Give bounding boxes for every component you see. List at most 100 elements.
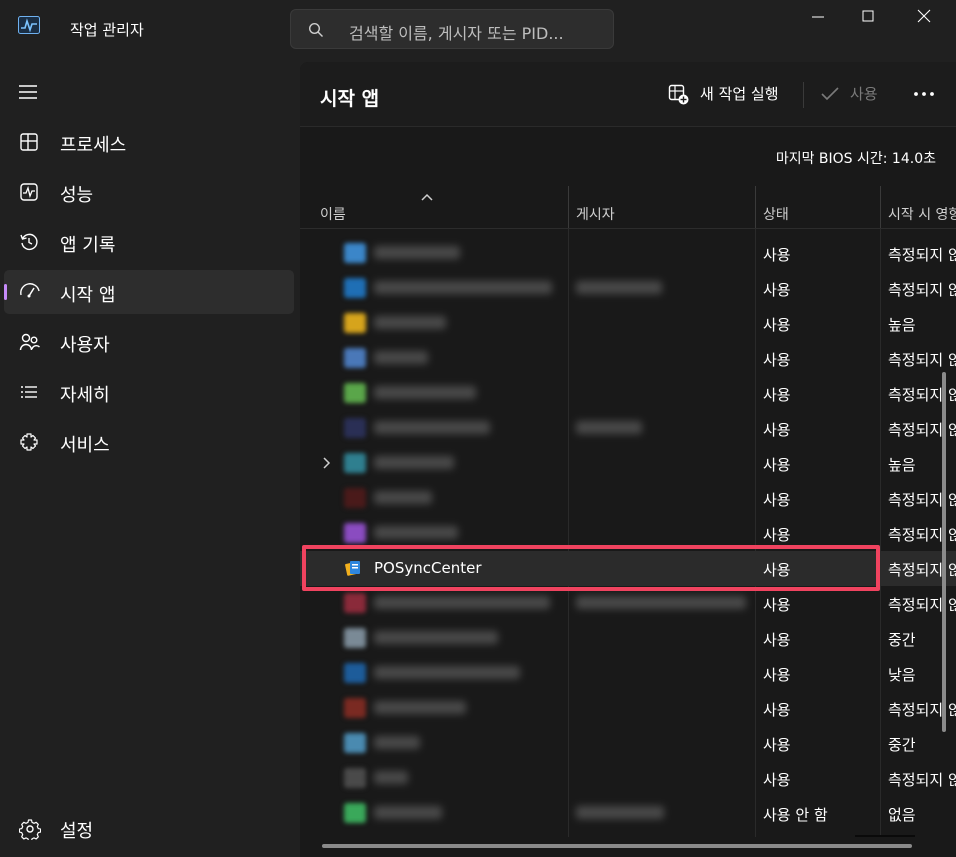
nav-item-startup-apps[interactable]: 시작 앱: [4, 270, 294, 314]
table-row[interactable]: 사용 측정되지 않음: [300, 516, 956, 551]
table-row[interactable]: 사용 측정되지 않음: [300, 481, 956, 516]
app-icon: [344, 698, 366, 718]
vertical-scrollbar[interactable]: [942, 372, 946, 732]
status-cell: 사용: [763, 666, 791, 684]
nav-item-processes[interactable]: 프로세스: [4, 120, 294, 164]
expand-chevron-icon[interactable]: [322, 457, 332, 469]
obscured-app-name: [374, 456, 454, 469]
nav-item-details[interactable]: 자세히: [4, 370, 294, 414]
nav-item-label: 자세히: [60, 385, 110, 406]
horizontal-scrollbar[interactable]: [322, 844, 912, 848]
column-divider[interactable]: [568, 186, 569, 228]
impact-cell: 없음: [888, 806, 916, 824]
table-row[interactable]: 사용 측정되지 않음: [300, 586, 956, 621]
status-cell: 사용: [763, 701, 791, 719]
obscured-app-name: [374, 281, 552, 294]
run-new-task-button[interactable]: 새 작업 실행: [664, 78, 788, 110]
maximize-button[interactable]: [848, 6, 888, 28]
table-row[interactable]: 사용 중간: [300, 621, 956, 656]
search-input[interactable]: 검색할 이름, 게시자 또는 PID...: [290, 9, 614, 49]
navigation-pane: 프로세스 성능 앱 기록 시작 앱 사용자 자세히 서비스: [0, 62, 300, 857]
app-icon: [344, 628, 366, 648]
table-row[interactable]: 사용 안 함 없음: [300, 796, 956, 831]
status-cell: 사용: [763, 246, 791, 264]
active-indicator: [4, 284, 7, 300]
column-header-impact[interactable]: 시작 시 영향: [888, 204, 956, 224]
scroll-shadow: [855, 835, 915, 837]
users-icon: [19, 333, 40, 351]
table-row[interactable]: 사용 측정되지 않음: [300, 236, 956, 271]
obscured-app-name: [374, 246, 460, 259]
startup-apps-panel: 시작 앱 새 작업 실행 사용 마지막 BIOS 시간: 14.0초 이름 게시…: [300, 62, 956, 857]
app-icon: [344, 348, 366, 368]
task-manager-app-icon: [18, 16, 40, 34]
obscured-app-name: [374, 771, 408, 784]
obscured-app-name: [374, 351, 428, 364]
minimize-button[interactable]: [798, 6, 838, 28]
table-row[interactable]: 사용 측정되지 않음: [300, 411, 956, 446]
table-row[interactable]: 사용 측정되지 않음: [300, 271, 956, 306]
status-cell: 사용: [763, 351, 791, 369]
status-cell: 사용: [763, 526, 791, 544]
header-divider: [300, 228, 956, 229]
settings-label: 설정: [60, 821, 94, 842]
column-header-publisher[interactable]: 게시자: [576, 204, 615, 224]
sort-ascending-icon: [421, 193, 433, 201]
table-row[interactable]: 사용 측정되지 않음: [300, 341, 956, 376]
column-header-name[interactable]: 이름: [320, 204, 346, 224]
obscured-app-name: [374, 526, 458, 539]
app-icon: [344, 733, 366, 753]
app-icon: [344, 383, 366, 403]
app-icon: [344, 523, 366, 543]
search-placeholder: 검색할 이름, 게시자 또는 PID...: [349, 24, 564, 43]
minimize-icon: [812, 16, 824, 18]
status-cell: 사용: [763, 771, 791, 789]
more-options-icon[interactable]: [906, 80, 942, 108]
enable-button[interactable]: 사용: [816, 78, 888, 110]
nav-item-services[interactable]: 서비스: [4, 420, 294, 464]
nav-item-performance[interactable]: 성능: [4, 170, 294, 214]
table-row[interactable]: 사용 측정되지 않음: [300, 691, 956, 726]
checkmark-icon: [821, 87, 839, 101]
table-row[interactable]: 사용 중간: [300, 726, 956, 761]
run-new-task-icon: [668, 84, 689, 105]
nav-item-label: 서비스: [60, 435, 110, 456]
status-cell: 사용: [763, 281, 791, 299]
status-cell: 사용: [763, 561, 791, 579]
column-divider[interactable]: [755, 186, 756, 228]
status-cell: 사용: [763, 491, 791, 509]
hamburger-menu-icon[interactable]: [18, 84, 40, 100]
posynccenter-app-icon: [345, 561, 360, 576]
table-row[interactable]: 사용 높음: [300, 306, 956, 341]
close-button[interactable]: [904, 6, 944, 28]
obscured-publisher: [576, 596, 746, 609]
command-separator: [803, 82, 804, 108]
status-cell: 사용: [763, 316, 791, 334]
table-row[interactable]: 사용 측정되지 않음: [300, 376, 956, 411]
nav-item-app-history[interactable]: 앱 기록: [4, 220, 294, 264]
app-icon: [344, 488, 366, 508]
nav-item-users[interactable]: 사용자: [4, 320, 294, 364]
table-row[interactable]: 사용 측정되지 않음: [300, 761, 956, 796]
impact-cell: 측정되지 않음: [888, 246, 956, 264]
status-cell: 사용: [763, 596, 791, 614]
column-header-status[interactable]: 상태: [763, 204, 789, 224]
obscured-publisher: [576, 806, 664, 819]
settings-gear-icon: [19, 819, 41, 840]
app-name: POSyncCenter: [374, 559, 482, 577]
app-icon: [344, 453, 366, 473]
nav-item-settings[interactable]: 설정: [4, 808, 294, 852]
obscured-app-name: [374, 386, 476, 399]
table-row[interactable]: 사용 높음: [300, 446, 956, 481]
app-icon: [344, 593, 366, 613]
nav-item-label: 프로세스: [60, 135, 127, 156]
status-cell: 사용: [763, 736, 791, 754]
table-row-posynccenter[interactable]: POSyncCenter 사용 측정되지 않음: [300, 551, 956, 586]
table-row[interactable]: 사용 낮음: [300, 656, 956, 691]
app-icon: [344, 663, 366, 683]
status-cell: 사용 안 함: [763, 806, 828, 824]
startup-apps-icon: [20, 283, 40, 298]
column-divider[interactable]: [880, 186, 881, 228]
obscured-app-name: [374, 806, 442, 819]
impact-cell: 측정되지 않음: [888, 281, 956, 299]
